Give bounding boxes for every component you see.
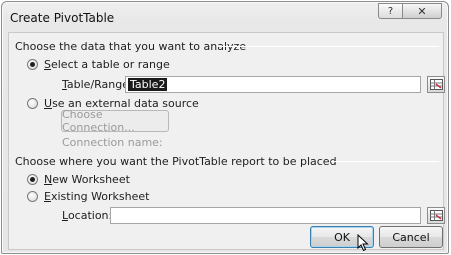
new-worksheet-label: New Worksheet: [44, 173, 130, 186]
mouse-pointer-icon: [357, 234, 369, 252]
location-label: Location:: [62, 209, 113, 222]
help-icon: ?: [387, 5, 394, 17]
table-range-picker-button[interactable]: [427, 76, 445, 93]
location-picker-button[interactable]: [427, 207, 445, 224]
group-divider: [217, 46, 439, 47]
existing-worksheet-label: Existing Worksheet: [44, 190, 150, 203]
close-button[interactable]: ✕: [402, 3, 442, 19]
select-table-radio[interactable]: Select a table or range: [27, 58, 170, 71]
cancel-button[interactable]: Cancel: [379, 226, 443, 248]
placement-group-title: Choose where you want the PivotTable rep…: [15, 155, 337, 168]
dialog-title: Create PivotTable: [10, 11, 115, 25]
table-range-input[interactable]: Table2: [125, 76, 421, 93]
radio-button-selected[interactable]: [27, 174, 38, 185]
existing-worksheet-radio[interactable]: Existing Worksheet: [27, 190, 149, 203]
create-pivottable-dialog: Create PivotTable ? ✕ Choose the data th…: [1, 1, 449, 254]
group-divider: [331, 161, 439, 162]
table-range-value: Table2: [128, 78, 168, 91]
select-table-label: Select a table or range: [44, 58, 170, 71]
location-input[interactable]: [110, 207, 421, 224]
title-bar-buttons: ? ✕: [378, 3, 442, 19]
radio-button-selected[interactable]: [27, 59, 38, 70]
table-range-label: Table/Range:: [62, 78, 133, 91]
close-icon: ✕: [417, 4, 427, 18]
range-select-icon: [429, 79, 443, 90]
data-source-group-title: Choose the data that you want to analyze: [15, 40, 247, 53]
radio-button[interactable]: [27, 98, 38, 109]
connection-name-label: Connection name:: [62, 136, 163, 149]
help-button[interactable]: ?: [378, 3, 402, 19]
range-select-icon: [429, 210, 443, 221]
choose-connection-button[interactable]: Choose Connection...: [61, 108, 169, 134]
new-worksheet-radio[interactable]: New Worksheet: [27, 173, 130, 186]
radio-button[interactable]: [27, 191, 38, 202]
dialog-body: Choose the data that you want to analyze…: [8, 32, 445, 250]
